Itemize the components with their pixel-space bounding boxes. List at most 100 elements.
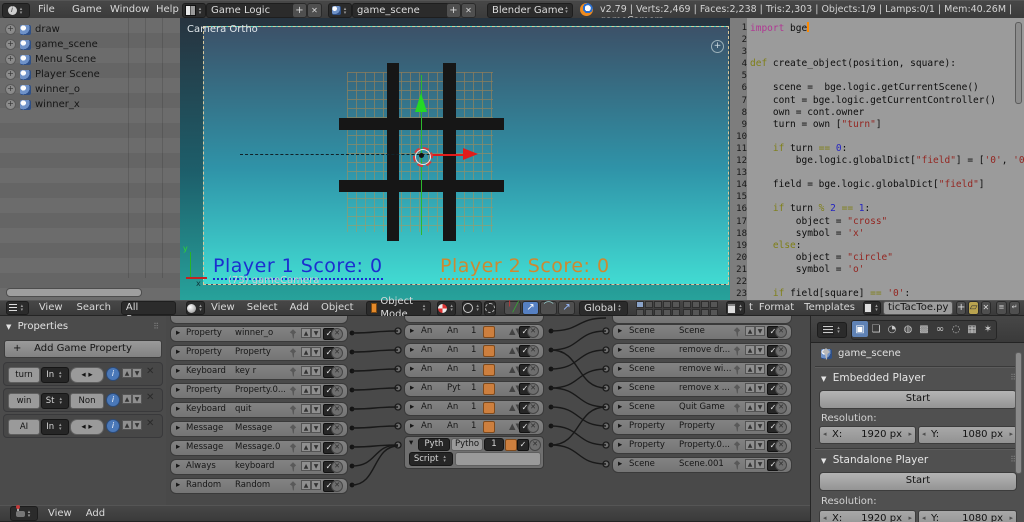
delete-property-icon[interactable]: ✕ (146, 392, 154, 403)
actuator-row[interactable]: ▸ Property Property.0... ▲ ▼ ✓ ✕ (612, 438, 792, 454)
sensor-type[interactable]: Property (186, 384, 230, 397)
layer-cell[interactable] (710, 300, 719, 308)
editor-type-button-logic[interactable]: ▴ ▾ (10, 504, 38, 521)
open-text-button[interactable]: ▱ (968, 301, 979, 315)
property-move-buttons[interactable]: ▲ ▼ (122, 420, 142, 430)
expand-icon[interactable]: ▸ (176, 479, 180, 492)
move-buttons[interactable]: ▲ ▼ (301, 328, 321, 338)
add-scene-button[interactable]: + (446, 3, 461, 18)
delete-property-icon[interactable]: ✕ (146, 418, 154, 429)
decrement-icon[interactable]: ◂ (922, 427, 926, 442)
decrement-icon[interactable]: ◂ (922, 511, 926, 522)
sensor-name[interactable]: keyboard (235, 460, 285, 473)
actuator-type[interactable]: Scene (629, 382, 675, 395)
actuator-type[interactable]: Scene (629, 401, 675, 414)
sensor-row[interactable]: ▸ Message Message.0 ▲ ▼ ✓ ✕ (170, 440, 348, 456)
layer-cell[interactable] (672, 308, 681, 316)
delete-icon[interactable]: ✕ (527, 364, 539, 376)
outliner-item[interactable]: + Menu Scene (0, 52, 180, 67)
<span class=[interactable]: ▲▼ (509, 403, 522, 413)
code-line[interactable]: else: (750, 240, 1016, 252)
move-buttons[interactable]: ▲ ▼ (745, 402, 765, 412)
pin-icon[interactable] (289, 462, 297, 472)
properties-tab-render-layers[interactable]: ❏ (868, 321, 884, 337)
code-line[interactable]: import bge (750, 22, 1016, 34)
pin-icon[interactable] (289, 443, 297, 453)
delete-icon[interactable]: ✕ (331, 480, 343, 492)
actuator-row[interactable]: ▸ Scene remove x ... ▲ ▼ ✓ ✕ (612, 381, 792, 397)
actuator-name[interactable]: Scene.001 (679, 458, 735, 471)
delete-icon[interactable]: ✕ (775, 421, 787, 433)
editor-type-button-info[interactable]: i ▴ ▾ (2, 3, 30, 18)
sensor-name[interactable]: Message (235, 422, 285, 435)
properties-tab-physics[interactable]: ◌ (948, 321, 964, 337)
layer-cell[interactable] (663, 300, 672, 308)
controller-type-select[interactable]: Pyth (418, 438, 450, 451)
layers-grid-1[interactable] (636, 300, 681, 316)
controller-state[interactable]: 1 (471, 363, 476, 376)
controller-type[interactable]: An (421, 325, 432, 338)
controller-row[interactable]: ▸AnPyt1▲▼✓✕ (404, 381, 544, 397)
properties-scrollbar[interactable] (1015, 352, 1022, 474)
actuator-type[interactable]: Scene (629, 363, 675, 376)
expand-icon[interactable]: ▸ (176, 384, 180, 397)
delete-icon[interactable]: ✕ (331, 385, 343, 397)
sensor-type[interactable]: Random (186, 479, 230, 492)
properties-tab-object[interactable]: ▩ (916, 321, 932, 337)
delete-icon[interactable]: ✕ (331, 404, 343, 416)
actuator-row[interactable]: ▸ Scene remove wi... ▲ ▼ ✓ ✕ (612, 362, 792, 378)
property-move-buttons[interactable]: ▲ ▼ (122, 368, 142, 378)
embedded-player-panel-header[interactable]: ▼ Embedded Player (821, 372, 925, 384)
delete-icon[interactable]: ✕ (527, 345, 539, 357)
actuator-type[interactable]: Property (629, 439, 675, 452)
move-buttons[interactable]: ▲ ▼ (301, 385, 321, 395)
pin-icon[interactable] (733, 460, 741, 470)
actuator-type[interactable]: Scene (629, 325, 675, 338)
pin-icon[interactable] (289, 367, 297, 377)
property-value-toggle[interactable]: ◂ ▸ (70, 419, 104, 435)
controller-row[interactable]: ▸AnAn1▲▼✓✕ (404, 419, 544, 435)
embedded-resolution-x[interactable]: ◂ X: 1920 px ▸ (819, 426, 916, 444)
code-line[interactable]: turn = own ["turn"] (750, 119, 1016, 131)
init-state-icon[interactable] (483, 421, 495, 433)
layer-cell[interactable] (645, 300, 654, 308)
code-line[interactable] (750, 70, 1016, 82)
delete-icon[interactable]: ✕ (529, 439, 541, 451)
properties-tab-constraints[interactable]: ∞ (932, 321, 948, 337)
sensor-name[interactable]: Property.0... (235, 384, 285, 397)
actuator-type[interactable]: Scene (629, 344, 675, 357)
code-line[interactable]: bge.logic.globalDict["field"] = ['0', '0… (750, 155, 1024, 167)
expand-icon[interactable]: + (5, 69, 16, 80)
layer-cell[interactable] (701, 308, 710, 316)
code-line[interactable] (750, 131, 1016, 143)
expand-icon[interactable]: + (5, 84, 16, 95)
delete-icon[interactable]: ✕ (527, 383, 539, 395)
sensor-row[interactable]: ▸ Property winner_o ▲ ▼ ✓ ✕ (170, 326, 348, 342)
code-line[interactable]: scene = bge.logic.getCurrentScene() (750, 82, 1016, 94)
code-line[interactable] (750, 46, 1016, 58)
delete-icon[interactable]: ✕ (331, 347, 343, 359)
pin-icon[interactable] (289, 405, 297, 415)
layer-cell[interactable] (710, 308, 719, 316)
move-buttons[interactable]: ▲ ▼ (745, 440, 765, 450)
controller-state-field[interactable]: 1 (484, 438, 504, 451)
delete-icon[interactable]: ✕ (331, 328, 343, 340)
init-state-icon[interactable] (505, 439, 517, 451)
property-info-icon[interactable]: i (106, 367, 120, 381)
text-menu-format[interactable]: Format (759, 300, 794, 316)
menu-window[interactable]: Window (110, 2, 149, 18)
python-controller-block[interactable]: ▾ Pyth Pytho 1 ✓ ✕ Script ▴ ▾ (404, 436, 544, 469)
init-state-icon[interactable] (483, 402, 495, 414)
expand-icon[interactable]: + (5, 99, 16, 110)
controller-type[interactable]: An (421, 382, 432, 395)
controller-type[interactable]: An (421, 363, 432, 376)
controller-type[interactable]: An (421, 420, 432, 433)
controller-state[interactable]: 1 (471, 401, 476, 414)
embedded-start-button[interactable]: Start (819, 390, 1017, 409)
delete-icon[interactable]: ✕ (775, 402, 787, 414)
close-layout-button[interactable]: ✕ (307, 3, 322, 18)
move-buttons[interactable]: ▲ ▼ (745, 459, 765, 469)
delete-icon[interactable]: ✕ (775, 345, 787, 357)
<span class=[interactable]: ▲▼ (509, 422, 522, 432)
actuator-type[interactable]: Property (629, 420, 675, 433)
